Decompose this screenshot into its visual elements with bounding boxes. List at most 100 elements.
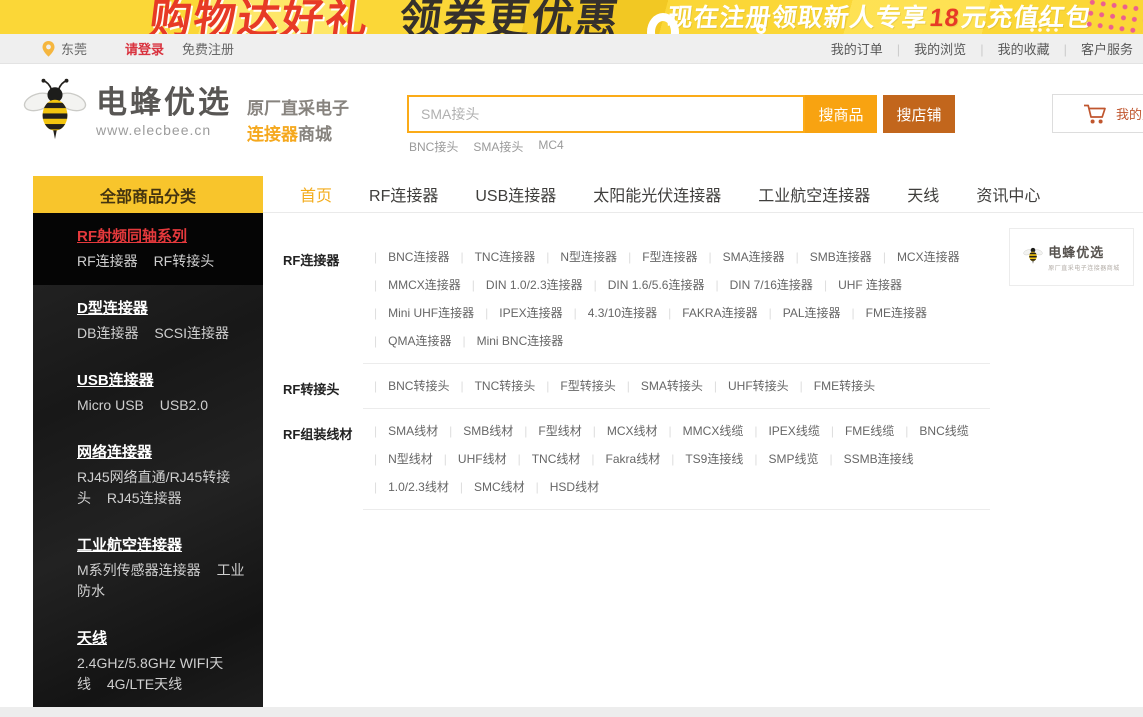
- sidebar-sub-link[interactable]: RF转接头: [154, 253, 215, 269]
- menu-link[interactable]: SMB连接器: [785, 243, 872, 271]
- menu-link[interactable]: F型线材: [513, 417, 581, 445]
- sidebar-category-title[interactable]: D型连接器: [77, 299, 148, 319]
- register-link[interactable]: 免费注册: [182, 39, 234, 58]
- promo-banner[interactable]: 购物达好礼 领券更优惠 现在注册领取新人专享18元充值红包: [0, 0, 1143, 34]
- menu-link[interactable]: DIN 7/16连接器: [704, 271, 812, 299]
- account-link[interactable]: 客户服务: [1050, 39, 1133, 58]
- menu-link[interactable]: MMCX连接器: [363, 271, 461, 299]
- sidebar-category-title[interactable]: USB连接器: [77, 371, 154, 391]
- promo-headline-dark: 领券更优惠: [396, 0, 624, 34]
- menu-group-rf-cables: RF组装线材 SMA线材SMB线材F型线材MCX线材MMCX线缆IPEX线缆FM…: [283, 409, 1143, 510]
- banner-white-dots-decoration: [1028, 18, 1062, 34]
- sidebar-category-title[interactable]: 网络连接器: [77, 443, 152, 463]
- sidebar-sub-link[interactable]: RF连接器: [77, 253, 138, 269]
- menu-link[interactable]: UHF转接头: [703, 372, 789, 400]
- menu-link[interactable]: TNC转接头: [449, 372, 535, 400]
- site-logo[interactable]: 电蜂优选 www.elecbee.cn: [22, 78, 232, 145]
- menu-link[interactable]: FME连接器: [841, 299, 927, 327]
- sidebar-sub-link[interactable]: M系列传感器连接器: [77, 562, 201, 578]
- sidebar-sub-link[interactable]: Micro USB: [77, 397, 144, 413]
- menu-link[interactable]: TNC线材: [507, 445, 581, 473]
- menu-link[interactable]: SMB线材: [438, 417, 513, 445]
- menu-link[interactable]: IPEX连接器: [474, 299, 562, 327]
- promo-subline-post: 元充值红包: [960, 4, 1093, 32]
- all-categories-header[interactable]: 全部商品分类: [33, 176, 263, 213]
- menu-link[interactable]: Mini UHF连接器: [363, 299, 474, 327]
- menu-link[interactable]: DIN 1.6/5.6连接器: [583, 271, 705, 299]
- tagline-line1: 原厂直采电子: [247, 96, 349, 122]
- menu-link[interactable]: SMA线材: [363, 417, 438, 445]
- menu-link[interactable]: F型连接器: [617, 243, 697, 271]
- sidebar-category-title[interactable]: 工业航空连接器: [77, 536, 182, 556]
- location-pin-icon: [42, 41, 55, 57]
- sidebar-sub-link[interactable]: 4G/LTE天线: [107, 676, 182, 692]
- nav-item[interactable]: RF连接器: [369, 182, 438, 206]
- sidebar-category-usb[interactable]: USB连接器 Micro USB USB2.0: [33, 357, 263, 429]
- menu-link[interactable]: PAL连接器: [758, 299, 841, 327]
- menu-link[interactable]: FME转接头: [789, 372, 875, 400]
- nav-item[interactable]: 工业航空连接器: [758, 182, 870, 206]
- sidebar-category-title[interactable]: 天线: [77, 629, 107, 649]
- menu-link[interactable]: N型线材: [363, 445, 433, 473]
- menu-link[interactable]: BNC转接头: [363, 372, 449, 400]
- sidebar-sub-link[interactable]: SCSI连接器: [154, 325, 229, 341]
- sidebar-category-antenna[interactable]: 天线 2.4GHz/5.8GHz WIFI天线 4G/LTE天线: [33, 615, 263, 707]
- menu-link[interactable]: SMA转接头: [616, 372, 703, 400]
- menu-link[interactable]: MCX连接器: [872, 243, 960, 271]
- sidebar-category-industrial[interactable]: 工业航空连接器 M系列传感器连接器 工业防水: [33, 522, 263, 615]
- search-product-button[interactable]: 搜商品: [805, 95, 877, 133]
- account-link[interactable]: 我的订单: [831, 39, 883, 58]
- menu-link[interactable]: TS9连接线: [660, 445, 743, 473]
- main-nav: 首页 RF连接器 USB连接器 太阳能光伏连接器 工业航空连接器 天线 资讯中心: [263, 176, 1143, 213]
- menu-link[interactable]: FAKRA连接器: [657, 299, 757, 327]
- menu-link[interactable]: DIN 1.0/2.3连接器: [461, 271, 583, 299]
- nav-item[interactable]: USB连接器: [475, 182, 556, 206]
- sidebar-category-sublinks: DB连接器 SCSI连接器: [77, 323, 245, 344]
- login-link[interactable]: 请登录: [125, 39, 164, 58]
- menu-link[interactable]: BNC线缆: [894, 417, 968, 445]
- sidebar-sub-link[interactable]: USB2.0: [160, 397, 208, 413]
- menu-link[interactable]: SMC线材: [449, 473, 525, 501]
- menu-link[interactable]: F型转接头: [535, 372, 615, 400]
- hot-keyword-link[interactable]: BNC接头: [409, 138, 458, 155]
- menu-link[interactable]: FME线缆: [820, 417, 894, 445]
- location-label[interactable]: 东莞: [61, 39, 87, 58]
- account-link[interactable]: 我的浏览: [883, 39, 966, 58]
- menu-link[interactable]: SSMB连接线: [818, 445, 913, 473]
- brand-ad-card[interactable]: 电蜂优选 原厂直采电子连接器商城: [1009, 228, 1134, 286]
- nav-item[interactable]: 资讯中心: [976, 182, 1040, 206]
- sidebar-category-rf[interactable]: RF射频同轴系列 RF连接器 RF转接头: [33, 213, 263, 285]
- search-shop-button[interactable]: 搜店铺: [883, 95, 955, 133]
- cart-button[interactable]: 我的购物车: [1052, 94, 1143, 133]
- menu-link[interactable]: SMP线览: [743, 445, 818, 473]
- hot-keyword-link[interactable]: SMA接头: [473, 138, 523, 155]
- search-input[interactable]: [407, 95, 805, 133]
- menu-link[interactable]: QMA连接器: [363, 327, 451, 355]
- sidebar-category-sublinks: RF连接器 RF转接头: [77, 251, 245, 272]
- menu-link[interactable]: UHF 连接器: [813, 271, 902, 299]
- menu-link[interactable]: 4.3/10连接器: [563, 299, 658, 327]
- hot-keyword-link[interactable]: MC4: [538, 138, 563, 155]
- menu-link[interactable]: IPEX线缆: [743, 417, 819, 445]
- nav-item[interactable]: 太阳能光伏连接器: [593, 182, 721, 206]
- menu-link[interactable]: Fakra线材: [580, 445, 660, 473]
- nav-item[interactable]: 天线: [907, 182, 939, 206]
- account-link[interactable]: 我的收藏: [966, 39, 1049, 58]
- menu-link[interactable]: SMA连接器: [698, 243, 785, 271]
- nav-item[interactable]: 首页: [300, 182, 332, 206]
- menu-link[interactable]: MCX线材: [582, 417, 658, 445]
- banner-pink-dots-decoration: [1083, 0, 1143, 34]
- sidebar-category-network[interactable]: 网络连接器 RJ45网络直通/RJ45转接头 RJ45连接器: [33, 429, 263, 522]
- menu-link[interactable]: N型连接器: [535, 243, 617, 271]
- menu-link[interactable]: TNC连接器: [449, 243, 535, 271]
- menu-link[interactable]: BNC连接器: [363, 243, 449, 271]
- sidebar-sub-link[interactable]: RJ45连接器: [107, 490, 182, 506]
- sidebar-sub-link[interactable]: DB连接器: [77, 325, 138, 341]
- menu-link[interactable]: 1.0/2.3线材: [363, 473, 449, 501]
- sidebar-category-title[interactable]: RF射频同轴系列: [77, 227, 187, 247]
- menu-link[interactable]: MMCX线缆: [658, 417, 744, 445]
- menu-link[interactable]: UHF线材: [433, 445, 507, 473]
- menu-link[interactable]: HSD线材: [525, 473, 599, 501]
- sidebar-category-dtype[interactable]: D型连接器 DB连接器 SCSI连接器: [33, 285, 263, 357]
- menu-link[interactable]: Mini BNC连接器: [451, 327, 563, 355]
